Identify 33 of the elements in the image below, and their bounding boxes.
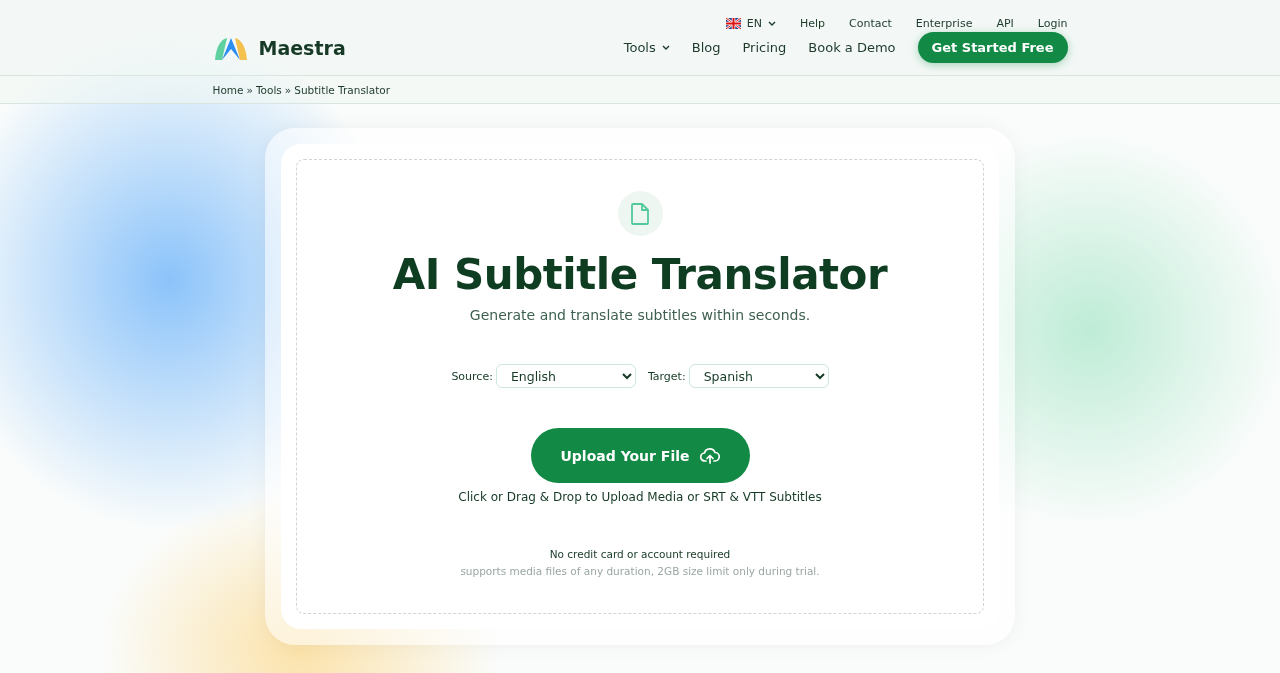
nav-link[interactable]: Blog xyxy=(691,40,721,55)
breadcrumb-current: Subtitle Translator xyxy=(294,83,391,96)
source-language-select[interactable]: English xyxy=(495,364,636,388)
nav-dropdown[interactable]: Tools xyxy=(623,40,670,55)
no-credit-card-note: No credit card or account required xyxy=(549,548,731,560)
trial-fine-print: supports media files of any duration, 2GB size limit only during trial. xyxy=(460,565,820,577)
get-started-button[interactable]: Get Started Free xyxy=(917,32,1068,63)
chevron-down-icon xyxy=(767,20,776,26)
nav-link[interactable]: Pricing xyxy=(742,40,787,55)
upload-hint: Click or Drag & Drop to Upload Media or SRT & VTT Subtitles xyxy=(458,490,822,504)
language-selector[interactable]: EN xyxy=(725,16,776,30)
upload-button[interactable]: Upload Your File xyxy=(530,428,750,483)
top-nav-link[interactable]: Enterprise xyxy=(915,16,973,30)
file-icon xyxy=(631,202,649,225)
target-label: Target: xyxy=(647,369,686,383)
tool-title: AI Subtitle Translator xyxy=(392,250,888,299)
top-nav-link[interactable]: Login xyxy=(1037,16,1068,30)
breadcrumb-separator: » xyxy=(284,83,292,96)
breadcrumb-link[interactable]: Tools xyxy=(255,83,282,96)
drop-zone[interactable] xyxy=(296,159,984,614)
tool-subtitle: Generate and translate subtitles within seconds. xyxy=(469,307,811,323)
brand-name: Maestra xyxy=(258,36,346,59)
top-nav-link[interactable]: Contact xyxy=(849,16,892,30)
breadcrumb-link[interactable]: Home xyxy=(212,83,244,96)
source-label: Source: xyxy=(451,369,493,383)
breadcrumb-separator: » xyxy=(246,83,253,96)
chevron-down-icon xyxy=(661,45,670,50)
cloud-upload-icon xyxy=(699,447,720,464)
nav-link[interactable]: Book a Demo xyxy=(808,40,896,55)
top-nav-link[interactable]: API xyxy=(996,16,1014,30)
target-language-select[interactable]: Spanish xyxy=(688,364,829,388)
uk-flag-icon xyxy=(725,17,741,29)
top-nav-link[interactable]: Help xyxy=(799,16,825,30)
